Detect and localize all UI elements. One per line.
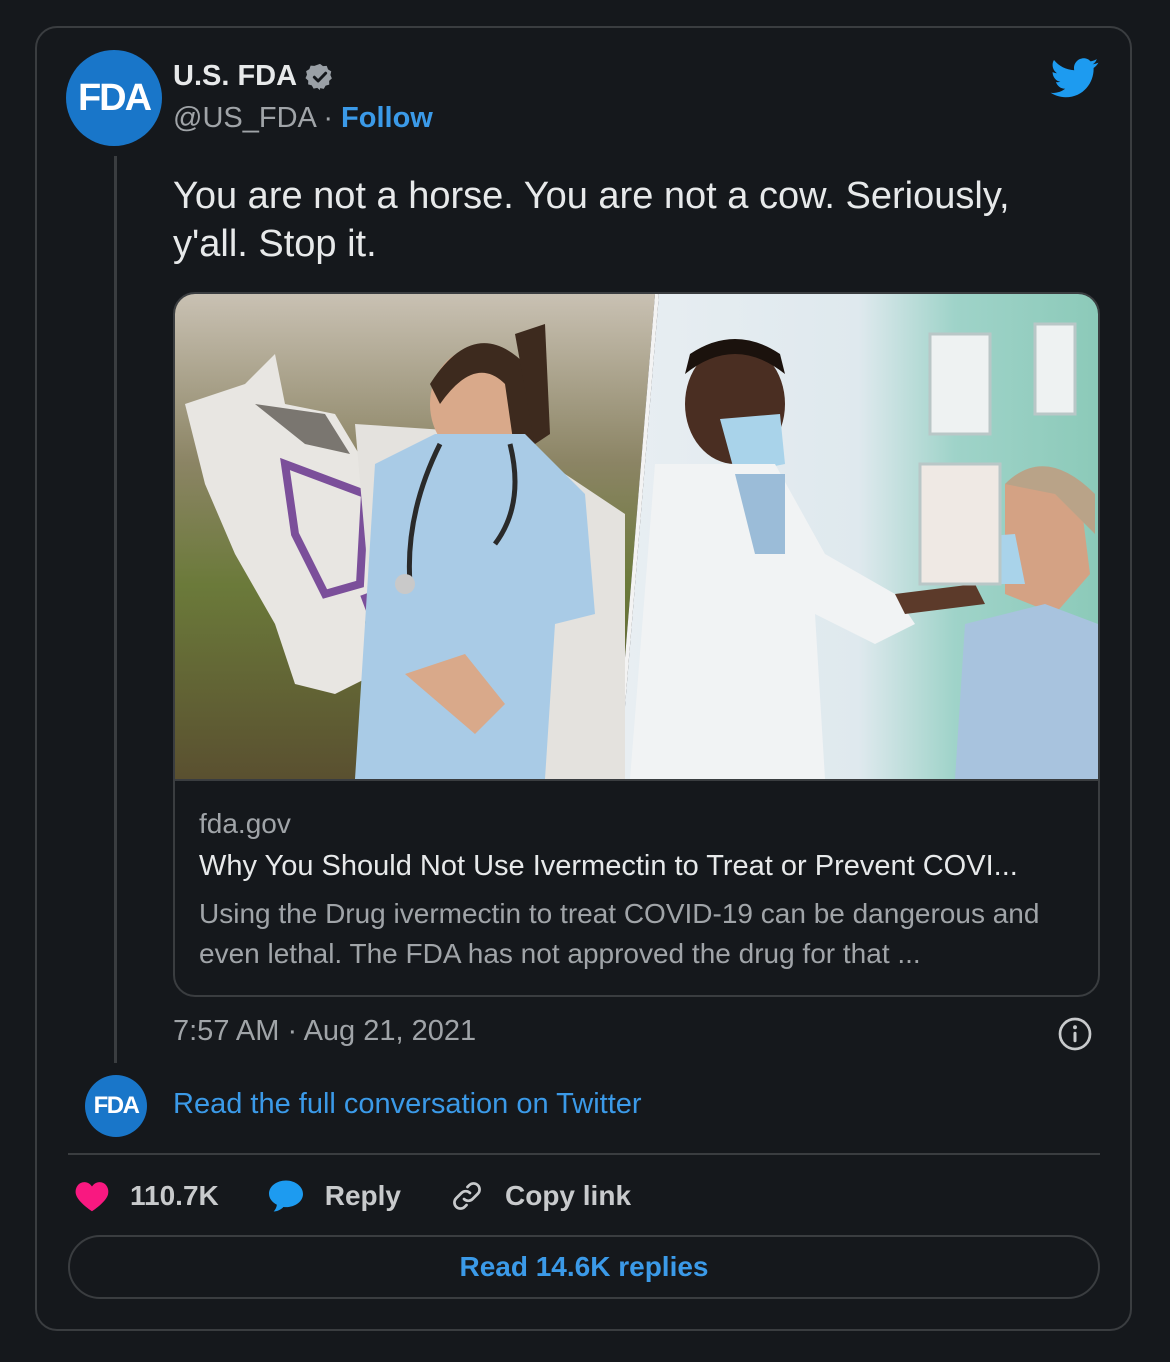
avatar-logo-text: FDA bbox=[77, 76, 152, 119]
thread-line bbox=[114, 156, 117, 1063]
fda-avatar-small[interactable]: FDA bbox=[85, 1075, 147, 1137]
account-handle[interactable]: @US_FDA bbox=[173, 102, 315, 134]
verified-badge-icon bbox=[305, 63, 332, 90]
account-name-row[interactable]: U.S. FDA bbox=[173, 60, 335, 93]
tweet-text: You are not a horse. You are not a cow. … bbox=[173, 175, 1010, 265]
divider bbox=[68, 1153, 1100, 1155]
link-title: Why You Should Not Use Ivermectin to Tre… bbox=[199, 850, 1018, 882]
handle-row: @US_FDA · Follow bbox=[173, 102, 433, 135]
read-full-conversation-link[interactable]: Read the full conversation on Twitter bbox=[173, 1088, 642, 1121]
read-replies-button[interactable]: Read 14.6K replies bbox=[68, 1235, 1100, 1299]
info-icon[interactable] bbox=[1057, 1016, 1093, 1052]
action-bar: 110.7K Reply Copy link bbox=[74, 1172, 679, 1220]
copy-link-button[interactable]: Copy link bbox=[449, 1178, 631, 1214]
avatar-logo-text: FDA bbox=[93, 1092, 140, 1119]
heart-icon bbox=[75, 1182, 109, 1212]
reply-bubble-icon bbox=[268, 1180, 303, 1212]
link-description: Using the Drug ivermectin to treat COVID… bbox=[199, 898, 1040, 969]
twitter-bird-icon[interactable] bbox=[1050, 58, 1100, 98]
reply-label: Reply bbox=[324, 1180, 401, 1211]
link-icon bbox=[453, 1182, 481, 1210]
like-count: 110.7K bbox=[130, 1180, 219, 1211]
account-name[interactable]: U.S. FDA bbox=[173, 60, 297, 93]
link-preview-image[interactable] bbox=[175, 294, 1098, 781]
copy-link-label: Copy link bbox=[505, 1180, 632, 1211]
reply-button[interactable]: Reply bbox=[267, 1179, 401, 1213]
separator-dot: · bbox=[315, 102, 342, 134]
fda-avatar[interactable]: FDA bbox=[66, 50, 162, 146]
follow-button[interactable]: Follow bbox=[341, 102, 433, 134]
like-button[interactable]: 110.7K bbox=[74, 1180, 219, 1212]
tweet-timestamp[interactable]: 7:57 AM · Aug 21, 2021 bbox=[173, 1015, 476, 1048]
link-domain: fda.gov bbox=[199, 808, 291, 839]
link-preview-card[interactable]: fda.gov Why You Should Not Use Ivermecti… bbox=[173, 292, 1100, 997]
read-replies-label: Read 14.6K replies bbox=[459, 1251, 709, 1282]
